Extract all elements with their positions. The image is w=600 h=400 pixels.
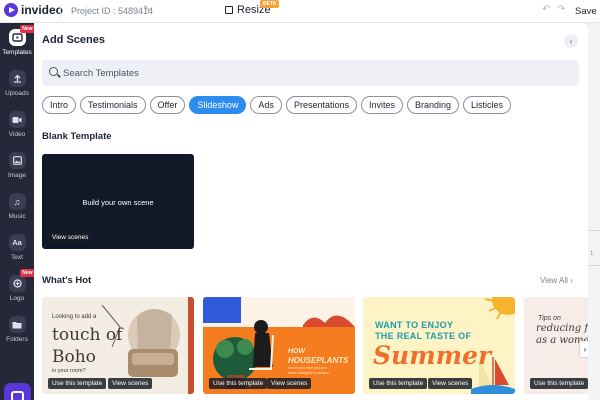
text-icon: Aa bbox=[8, 234, 26, 251]
image-icon bbox=[8, 152, 26, 169]
folder-icon bbox=[8, 316, 26, 333]
project-id: Project ID : 5489414 bbox=[71, 6, 154, 16]
whats-hot-heading: What's Hot bbox=[42, 275, 92, 286]
chat-icon bbox=[11, 391, 24, 400]
sidebar-item-label: Image bbox=[7, 172, 27, 179]
new-badge: New bbox=[20, 269, 35, 277]
invideo-logo-icon bbox=[4, 3, 18, 17]
template-text: THE REAL TASTE OF bbox=[375, 331, 472, 341]
sidebar-item-logo[interactable]: New Logo bbox=[0, 269, 35, 302]
brand-name: invideo bbox=[21, 3, 64, 17]
backdrop-label: 1 bbox=[590, 251, 594, 257]
logo-icon: New bbox=[8, 269, 35, 292]
canvas-backdrop bbox=[588, 23, 600, 400]
chevron-right-icon: › bbox=[570, 276, 573, 285]
sidebar-item-label: Music bbox=[8, 213, 26, 220]
category-chip-presentations[interactable]: Presentations bbox=[285, 96, 357, 114]
template-text: Boho bbox=[52, 347, 96, 367]
template-text: Looking to add a bbox=[52, 314, 97, 320]
category-chip-invites[interactable]: Invites bbox=[360, 96, 403, 114]
template-text: Summer bbox=[373, 341, 492, 370]
sidebar-item-image[interactable]: Image bbox=[0, 152, 34, 179]
template-text: boost more than just your bbox=[288, 366, 328, 370]
save-button[interactable]: Save bbox=[575, 6, 597, 17]
category-chip-branding[interactable]: Branding bbox=[407, 96, 460, 114]
redo-icon[interactable]: ↷ bbox=[557, 4, 565, 15]
category-chip-offer[interactable]: Offer bbox=[149, 96, 186, 114]
search-icon bbox=[49, 67, 58, 76]
music-icon: ♫ bbox=[8, 193, 26, 210]
template-text: HOUSEPLANTS bbox=[288, 356, 349, 365]
view-all-label: View All bbox=[540, 276, 568, 285]
edit-pencil-icon[interactable]: ✎ bbox=[143, 4, 151, 15]
category-chip-testimonials[interactable]: Testimonials bbox=[80, 96, 146, 114]
templates-icon: New bbox=[8, 25, 35, 46]
sidebar-item-text[interactable]: Aa Text bbox=[0, 234, 34, 261]
view-scenes-button[interactable]: View scenes bbox=[108, 378, 153, 389]
divider bbox=[588, 230, 600, 231]
view-all-link[interactable]: View All › bbox=[540, 276, 573, 285]
template-text: WANT TO ENJOY bbox=[375, 320, 454, 330]
blank-card-text: Build your own scene bbox=[82, 198, 154, 207]
template-card-houseplants[interactable]: HOW HOUSEPLANTS boost more than just you… bbox=[203, 297, 355, 394]
category-chip-intro[interactable]: Intro bbox=[42, 96, 77, 114]
template-card-summer[interactable]: WANT TO ENJOY THE REAL TASTE OF Summer U… bbox=[363, 297, 515, 394]
view-scenes-button[interactable]: View scenes bbox=[48, 232, 93, 243]
sidebar-item-label: Logo bbox=[9, 295, 25, 302]
new-badge: New bbox=[20, 25, 35, 33]
template-text: decor during the lockdown bbox=[288, 371, 329, 375]
sidebar-item-uploads[interactable]: Uploads bbox=[0, 70, 34, 97]
sidebar-item-folders[interactable]: Folders bbox=[0, 316, 34, 343]
view-scenes-button[interactable]: View scenes bbox=[267, 378, 312, 389]
sidebar-item-label: Uploads bbox=[5, 90, 29, 97]
sidebar-item-templates[interactable]: New Templates bbox=[0, 25, 35, 56]
chat-support-button[interactable] bbox=[4, 383, 31, 400]
category-chip-slideshow[interactable]: Slideshow bbox=[189, 96, 247, 114]
blank-template-card[interactable]: Build your own scene View scenes bbox=[42, 154, 194, 249]
blank-template-heading: Blank Template bbox=[42, 131, 112, 142]
template-card-tips[interactable]: Tips on reducing fa as a woma Use this t… bbox=[524, 297, 588, 394]
search-input[interactable] bbox=[63, 63, 563, 83]
undo-icon[interactable]: ↶ bbox=[542, 4, 550, 15]
chevron-right-icon: › bbox=[583, 344, 587, 354]
divider bbox=[588, 265, 600, 266]
template-card-boho[interactable]: Looking to add a touch of Boho in your r… bbox=[42, 297, 194, 394]
collapse-panel-button[interactable]: ‹ bbox=[564, 34, 578, 48]
sidebar-item-label: Video bbox=[8, 131, 26, 138]
top-bar: invideo Project ID : 5489414 ✎ Resize BE… bbox=[0, 0, 600, 23]
use-template-button[interactable]: Use this template bbox=[209, 378, 268, 389]
chevron-left-icon: ‹ bbox=[569, 36, 573, 46]
category-chip-listicles[interactable]: Listicles bbox=[463, 96, 512, 114]
sidebar-item-label: Text bbox=[11, 254, 23, 261]
add-scenes-panel: Add Scenes ‹ Intro Testimonials Offer Sl… bbox=[34, 23, 588, 400]
use-template-button[interactable]: Use this template bbox=[369, 378, 428, 389]
category-chip-ads[interactable]: Ads bbox=[250, 96, 282, 114]
template-text: reducing fa bbox=[536, 323, 588, 334]
template-text: in your room? bbox=[52, 368, 86, 374]
upload-icon bbox=[8, 70, 26, 87]
template-text: touch of bbox=[52, 325, 123, 345]
template-text: Tips on bbox=[538, 315, 561, 322]
category-chips: Intro Testimonials Offer Slideshow Ads P… bbox=[42, 96, 512, 114]
sidebar-item-label: Templates bbox=[2, 49, 32, 56]
sidebar: New Templates Uploads Video Image ♫ Musi… bbox=[0, 23, 35, 400]
resize-icon bbox=[225, 6, 233, 14]
divider bbox=[60, 5, 61, 18]
template-text: HOW bbox=[288, 348, 306, 355]
use-template-button[interactable]: Use this template bbox=[530, 378, 588, 389]
use-template-button[interactable]: Use this template bbox=[48, 378, 107, 389]
sidebar-item-music[interactable]: ♫ Music bbox=[0, 193, 34, 220]
video-icon bbox=[8, 111, 26, 128]
beta-badge: BETA bbox=[260, 0, 280, 8]
brand-logo[interactable]: invideo bbox=[4, 3, 63, 17]
panel-title: Add Scenes bbox=[42, 34, 105, 46]
sidebar-item-label: Folders bbox=[6, 336, 28, 343]
next-templates-button[interactable]: › bbox=[580, 341, 588, 357]
view-scenes-button[interactable]: View scenes bbox=[428, 378, 473, 389]
sidebar-item-video[interactable]: Video bbox=[0, 111, 34, 138]
